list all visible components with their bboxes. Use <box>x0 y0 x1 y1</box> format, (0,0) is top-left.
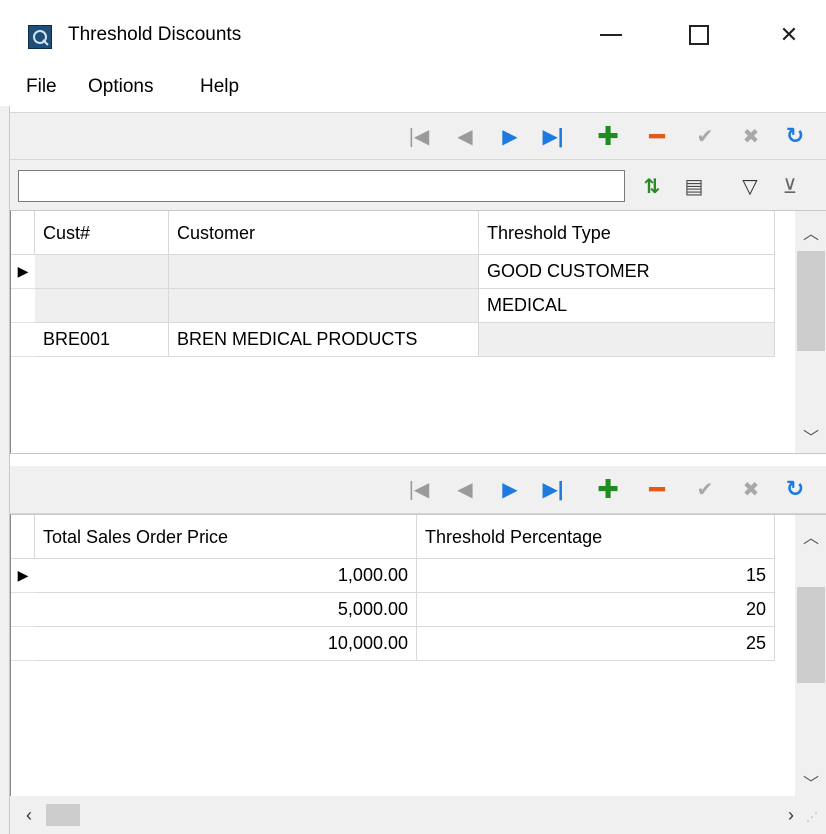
cell-percentage[interactable]: 15 <box>417 559 775 593</box>
column-header-cust[interactable]: Cust# <box>35 211 169 255</box>
current-row-indicator-icon: ▶ <box>11 255 35 289</box>
cell-percentage[interactable]: 20 <box>417 593 775 627</box>
post-edit-icon[interactable]: ✔ <box>690 121 720 151</box>
cell-threshold-type[interactable]: GOOD CUSTOMER <box>479 255 775 289</box>
cell-price[interactable]: 5,000.00 <box>35 593 417 627</box>
filter-icon[interactable]: ▽ <box>736 172 764 200</box>
close-icon: ✕ <box>779 22 799 47</box>
scroll-right-icon[interactable]: › <box>778 802 804 828</box>
cell-cust[interactable]: BRE001 <box>35 323 169 357</box>
horizontal-scrollbar[interactable]: ‹ › ⋰ <box>10 796 826 834</box>
cell-price[interactable]: 1,000.00 <box>35 559 417 593</box>
cell-price[interactable]: 10,000.00 <box>35 627 417 661</box>
cancel-edit-icon[interactable]: ✖ <box>736 474 766 504</box>
current-row-indicator-icon: ▶ <box>11 559 35 593</box>
scroll-up-icon[interactable]: ︿ <box>795 521 826 551</box>
refresh-icon[interactable]: ↻ <box>780 474 810 504</box>
delete-record-icon[interactable]: ━ <box>642 121 672 151</box>
add-record-icon[interactable]: ✚ <box>593 121 623 151</box>
resize-grip-icon[interactable]: ⋰ <box>806 810 824 828</box>
top-navigator-toolbar: |◀ ◀ ▶ ▶| ✚ ━ ✔ ✖ ↻ <box>10 112 826 160</box>
cell-threshold-type[interactable]: MEDICAL <box>479 289 775 323</box>
column-header-total-sales-order-price[interactable]: Total Sales Order Price <box>35 515 417 559</box>
first-record-icon[interactable]: |◀ <box>404 121 434 151</box>
maximize-button[interactable] <box>676 12 722 58</box>
delete-record-icon[interactable]: ━ <box>642 474 672 504</box>
grid-columns-icon[interactable]: ▤ <box>680 172 708 200</box>
window-title: Threshold Discounts <box>68 24 242 45</box>
next-record-icon[interactable]: ▶ <box>495 121 525 151</box>
last-record-icon[interactable]: ▶| <box>538 121 568 151</box>
scroll-down-icon[interactable]: ﹀ <box>795 421 826 451</box>
row-indicator <box>11 593 35 627</box>
menu-bar: File Options Help <box>0 74 826 106</box>
menu-help[interactable]: Help <box>200 76 239 98</box>
search-toolbar: ⇅ ▤ ▽ ⊻ <box>10 160 826 210</box>
scroll-up-icon[interactable]: ︿ <box>795 217 826 247</box>
search-input[interactable] <box>18 170 625 202</box>
prev-record-icon[interactable]: ◀ <box>450 121 480 151</box>
post-edit-icon[interactable]: ✔ <box>690 474 720 504</box>
scroll-thumb[interactable] <box>797 587 825 683</box>
menu-file[interactable]: File <box>26 76 57 98</box>
column-header-threshold-percentage[interactable]: Threshold Percentage <box>417 515 775 559</box>
app-logo-icon <box>28 25 52 49</box>
cell-customer[interactable]: BREN MEDICAL PRODUCTS <box>169 323 479 357</box>
horizontal-scroll-thumb[interactable] <box>46 804 80 826</box>
cell-threshold-type[interactable] <box>479 323 775 357</box>
cell-cust[interactable] <box>35 255 169 289</box>
add-record-icon[interactable]: ✚ <box>593 474 623 504</box>
title-bar[interactable]: Threshold Discounts ✕ <box>0 0 826 74</box>
cell-percentage[interactable]: 25 <box>417 627 775 661</box>
minimize-icon <box>600 34 622 36</box>
bottom-navigator-toolbar: |◀ ◀ ▶ ▶| ✚ ━ ✔ ✖ ↻ <box>10 466 826 514</box>
prev-record-icon[interactable]: ◀ <box>450 474 480 504</box>
cancel-edit-icon[interactable]: ✖ <box>736 121 766 151</box>
cell-customer[interactable] <box>169 289 479 323</box>
thresholds-grid[interactable]: Cust# Customer Threshold Type ▶ GOOD CUS… <box>10 210 826 454</box>
percentages-vertical-scrollbar[interactable]: ︿ ﹀ <box>795 515 826 797</box>
row-indicator <box>11 323 35 357</box>
scroll-left-icon[interactable]: ‹ <box>16 802 42 828</box>
scroll-thumb[interactable] <box>797 251 825 351</box>
menu-options[interactable]: Options <box>88 76 153 98</box>
next-record-icon[interactable]: ▶ <box>495 474 525 504</box>
window-left-border <box>0 106 10 834</box>
row-indicator-header <box>11 515 35 559</box>
clear-filter-icon[interactable]: ⊻ <box>776 172 804 200</box>
last-record-icon[interactable]: ▶| <box>538 474 568 504</box>
percentages-grid[interactable]: Total Sales Order Price Threshold Percen… <box>10 514 826 797</box>
maximize-icon <box>689 25 709 45</box>
column-header-customer[interactable]: Customer <box>169 211 479 255</box>
column-header-threshold-type[interactable]: Threshold Type <box>479 211 775 255</box>
row-indicator-header <box>11 211 35 255</box>
first-record-icon[interactable]: |◀ <box>404 474 434 504</box>
sort-icon[interactable]: ⇅ <box>638 172 666 200</box>
scroll-down-icon[interactable]: ﹀ <box>795 767 826 797</box>
refresh-icon[interactable]: ↻ <box>780 121 810 151</box>
row-indicator <box>11 627 35 661</box>
row-indicator <box>11 289 35 323</box>
cell-cust[interactable] <box>35 289 169 323</box>
minimize-button[interactable] <box>588 12 634 58</box>
thresholds-vertical-scrollbar[interactable]: ︿ ﹀ <box>795 211 826 453</box>
close-button[interactable]: ✕ <box>766 12 812 58</box>
threshold-discounts-window: Threshold Discounts ✕ File Options Help … <box>0 0 826 834</box>
cell-customer[interactable] <box>169 255 479 289</box>
